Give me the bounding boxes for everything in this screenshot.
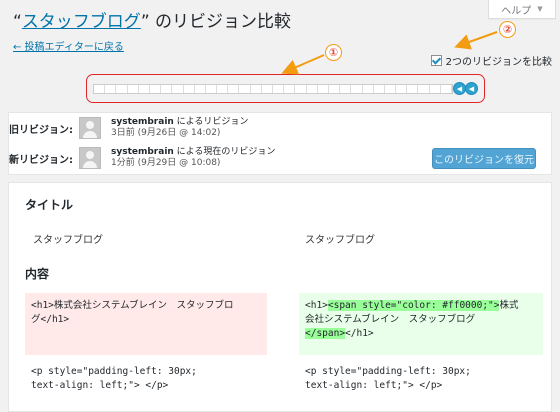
diff-added-post-1: 株式	[499, 300, 519, 311]
old-revision-date: 3日前 (9月26日 @ 14:02)	[111, 128, 221, 138]
diff-context-right-1: <p style="padding-left: 30px;	[305, 366, 471, 377]
old-revision-author-suffix: によるリビジョン	[173, 117, 249, 127]
new-revision-label: 新リビジョン:	[9, 154, 73, 166]
content-section-heading: 内容	[25, 267, 50, 281]
new-revision-info: systembrain による現在のリビジョン 1分前 (9月29日 @ 10:…	[111, 147, 275, 169]
avatar	[79, 117, 101, 139]
diff-context-right: <p style="padding-left: 30px; text-align…	[299, 359, 543, 399]
diff-added-line: <h1><span style="color: #ff0000;">株式 会社シ…	[299, 293, 543, 355]
old-revision-label: 旧リビジョン:	[9, 124, 73, 136]
diff-context-right-2: text-align: left;"> </p>	[305, 380, 443, 391]
diff-context-left-2: text-align: left;"> </p>	[31, 380, 169, 391]
new-revision-date: 1分前 (9月29日 @ 10:08)	[111, 158, 221, 168]
diff-context-left: <p style="padding-left: 30px; text-align…	[25, 359, 275, 399]
diff-added-highlight-1: <span style="color: #ff0000;">	[327, 300, 500, 311]
diff-deleted-text-2: グ</h1>	[31, 314, 70, 325]
diff-added-post-2: </h1>	[345, 328, 374, 339]
diff-added-pre: <h1>	[305, 300, 328, 311]
new-revision-row: 新リビジョン: systembrain による現在のリビジョン 1分前 (9月2…	[9, 147, 275, 169]
old-revision-author: systembrain	[111, 117, 174, 127]
diff-added-highlight-2: </span>	[305, 328, 346, 339]
title-section-heading: タイトル	[25, 198, 74, 212]
title-old-value: スタッフブログ	[33, 235, 103, 246]
diff-added-text-2: 会社システムブレイン スタッフブログ	[305, 314, 476, 325]
callout-1-arrow	[281, 54, 325, 75]
diff-deleted-text-1: <h1>株式会社システムブレイン スタッフブロ	[31, 300, 234, 311]
diff-context-left-1: <p style="padding-left: 30px;	[31, 366, 197, 377]
old-revision-info: systembrain によるリビジョン 3日前 (9月26日 @ 14:02)	[111, 117, 248, 139]
avatar	[79, 147, 101, 169]
restore-revision-button[interactable]: このリビジョンを復元	[432, 148, 536, 169]
diff-deleted-line: <h1>株式会社システムブレイン スタッフブロ グ</h1>	[25, 293, 267, 355]
diff-panel: タイトル スタッフブログ スタッフブログ 内容 <h1>株式会社システムブレイン…	[8, 182, 552, 412]
new-revision-author-suffix: による現在のリビジョン	[173, 147, 276, 157]
new-revision-author: systembrain	[111, 147, 174, 157]
old-revision-row: 旧リビジョン: systembrain によるリビジョン 3日前 (9月26日 …	[9, 117, 248, 139]
callout-2-arrow	[454, 31, 498, 50]
title-new-value: スタッフブログ	[305, 235, 375, 246]
